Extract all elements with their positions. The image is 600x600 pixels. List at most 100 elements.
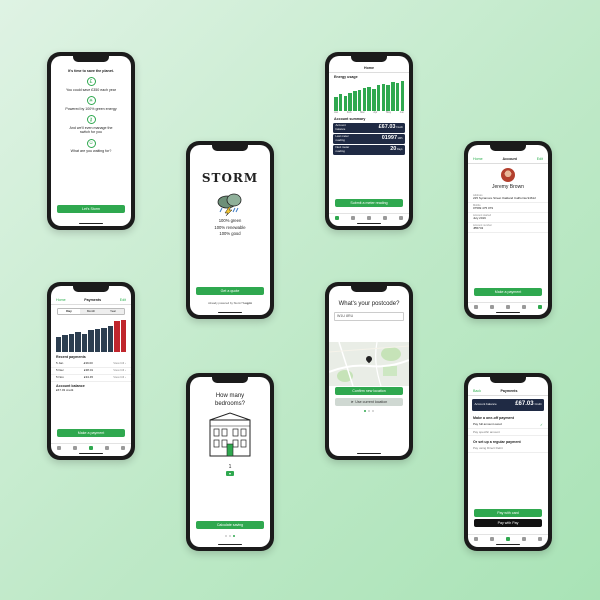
apple-pay-button[interactable]: Pay with Pay bbox=[474, 519, 542, 527]
tab-payments-icon[interactable] bbox=[506, 537, 510, 541]
tab-account-icon[interactable] bbox=[399, 216, 403, 220]
payment-amount: £39.00 bbox=[83, 361, 93, 366]
bedroom-count: 1 bbox=[228, 464, 232, 470]
payment-row[interactable]: 5 Dec £38.01 View bill › bbox=[51, 368, 131, 376]
payment-bar bbox=[114, 321, 120, 353]
view-bill-link[interactable]: View bill › bbox=[113, 361, 126, 366]
smile-icon: ☺ bbox=[86, 138, 96, 148]
tab-bar bbox=[51, 443, 131, 452]
account-title: Account bbox=[502, 156, 517, 161]
back-link[interactable]: Back bbox=[473, 389, 481, 393]
payment-bar bbox=[81, 333, 88, 353]
house-icon bbox=[209, 412, 251, 457]
submit-meter-reading-button[interactable]: Submit a meter reading bbox=[335, 199, 403, 207]
tab-meter-icon[interactable] bbox=[522, 305, 526, 309]
onboarding-item: ⚷ And we'll even manage the switch for yo… bbox=[51, 115, 131, 134]
period-segmented-control: Day Month Year bbox=[57, 308, 125, 316]
edit-link[interactable]: Edit bbox=[537, 157, 543, 161]
tab-usage-icon[interactable] bbox=[490, 305, 494, 309]
tab-meter-icon[interactable] bbox=[522, 537, 526, 541]
payment-bar bbox=[62, 335, 68, 353]
summary-card-value: £67.03 bbox=[378, 124, 396, 131]
account-field-value: 07599 475 079 bbox=[473, 206, 494, 211]
tab-account-icon[interactable] bbox=[538, 305, 542, 309]
month-label: Feb bbox=[346, 111, 352, 115]
home-title: Home bbox=[329, 66, 409, 74]
tab-home-icon[interactable] bbox=[335, 216, 339, 220]
make-payment-button[interactable]: Make a payment bbox=[474, 288, 542, 296]
payment-bar bbox=[56, 337, 62, 353]
payment-row[interactable]: 5 Nov £34.45 View bill › bbox=[51, 375, 131, 383]
tab-payments-icon[interactable] bbox=[367, 216, 371, 220]
payment-bar bbox=[101, 327, 107, 353]
calculate-saving-button[interactable]: Calculate saving bbox=[196, 521, 264, 529]
notch bbox=[490, 377, 526, 383]
stepper-down-button[interactable]: ▾ bbox=[226, 471, 234, 477]
confirm-location-button[interactable]: Confirm new location bbox=[335, 387, 403, 395]
page-dots bbox=[190, 535, 270, 537]
summary-card[interactable]: Last meter reading 01997 kWh bbox=[333, 133, 405, 144]
balance-tag: Credit bbox=[534, 403, 542, 407]
page-dots bbox=[329, 410, 409, 412]
tab-usage-icon[interactable] bbox=[490, 537, 494, 541]
tab-meter-icon[interactable] bbox=[105, 446, 109, 450]
summary-card-value-group: £67.03 Credit bbox=[379, 124, 403, 131]
map[interactable] bbox=[329, 342, 409, 386]
onboarding-item: £ You could save £350 each year bbox=[51, 77, 131, 92]
account-field-value: July 2019 bbox=[473, 216, 486, 221]
back-home-link[interactable]: Home bbox=[56, 298, 66, 302]
segment-day[interactable]: Day bbox=[58, 309, 80, 315]
balance-label: Account balance bbox=[474, 402, 497, 407]
edit-link[interactable]: Edit bbox=[120, 298, 126, 302]
payment-row[interactable]: 5 Jan £39.00 View bill › bbox=[51, 361, 131, 368]
notch bbox=[73, 286, 109, 292]
phone-payments: Home Payments Edit Day Month Year Recent p… bbox=[47, 282, 135, 460]
lets-storm-button[interactable]: Let's Storm bbox=[57, 205, 125, 213]
account-field: Mobile 07599 475 079 bbox=[468, 203, 548, 214]
summary-card[interactable]: Account balance £67.03 Credit bbox=[333, 122, 405, 133]
get-quote-button[interactable]: Get a quote bbox=[196, 287, 264, 295]
tab-payments-icon[interactable] bbox=[89, 446, 93, 450]
onboarding-item-text: Powered by 100% green energy bbox=[65, 106, 117, 111]
tab-meter-icon[interactable] bbox=[383, 216, 387, 220]
usage-bar bbox=[376, 85, 381, 111]
use-current-location-button[interactable]: ➤ Use current location bbox=[335, 398, 403, 406]
payment-bar bbox=[68, 333, 75, 353]
view-bill-link[interactable]: View bill › bbox=[113, 376, 126, 380]
tab-home-icon[interactable] bbox=[474, 305, 478, 309]
usage-bar bbox=[338, 94, 343, 111]
payment-amount: £38.01 bbox=[83, 368, 94, 373]
pay-full-label: Pay full amount owed bbox=[473, 421, 502, 426]
map-graphic bbox=[329, 342, 409, 386]
tab-home-icon[interactable] bbox=[57, 446, 61, 450]
pay-specific-option[interactable]: Pay specific amount bbox=[468, 429, 548, 437]
good-line: 100% good bbox=[219, 231, 241, 237]
tab-usage-icon[interactable] bbox=[351, 216, 355, 220]
home-indicator bbox=[357, 452, 381, 454]
payments-title: Payments bbox=[84, 297, 102, 302]
make-payment-button[interactable]: Make a payment bbox=[57, 429, 125, 437]
usage-bar bbox=[372, 89, 376, 111]
tab-account-icon[interactable] bbox=[121, 446, 125, 450]
log-in-link[interactable]: Log in bbox=[243, 301, 251, 305]
view-bill-link[interactable]: View bill › bbox=[113, 368, 126, 373]
tab-account-icon[interactable] bbox=[538, 537, 542, 541]
postcode-input[interactable]: W1U 8RU bbox=[334, 311, 404, 321]
payment-bar bbox=[120, 320, 126, 353]
avatar bbox=[501, 168, 515, 182]
payment-bar bbox=[75, 331, 81, 353]
summary-card[interactable]: Next meter reading 20 Days bbox=[333, 144, 405, 155]
account-field-value: JB5743 bbox=[473, 226, 484, 231]
usage-bar bbox=[391, 82, 395, 111]
tab-payments-icon[interactable] bbox=[506, 305, 510, 309]
tab-usage-icon[interactable] bbox=[73, 446, 77, 450]
pay-with-card-button[interactable]: Pay with card bbox=[474, 509, 542, 517]
onboarding-item: ☺ What are you waiting for? bbox=[51, 138, 131, 154]
tab-home-icon[interactable] bbox=[474, 537, 478, 541]
back-home-link[interactable]: Home bbox=[473, 157, 483, 161]
pay-full-option[interactable]: Pay full amount owed ✓ bbox=[468, 421, 548, 430]
segment-month[interactable]: Month bbox=[80, 309, 102, 315]
direct-debit-option[interactable]: Pay using Direct Debit bbox=[468, 446, 548, 454]
notch bbox=[490, 145, 526, 151]
segment-year[interactable]: Year bbox=[102, 309, 124, 315]
